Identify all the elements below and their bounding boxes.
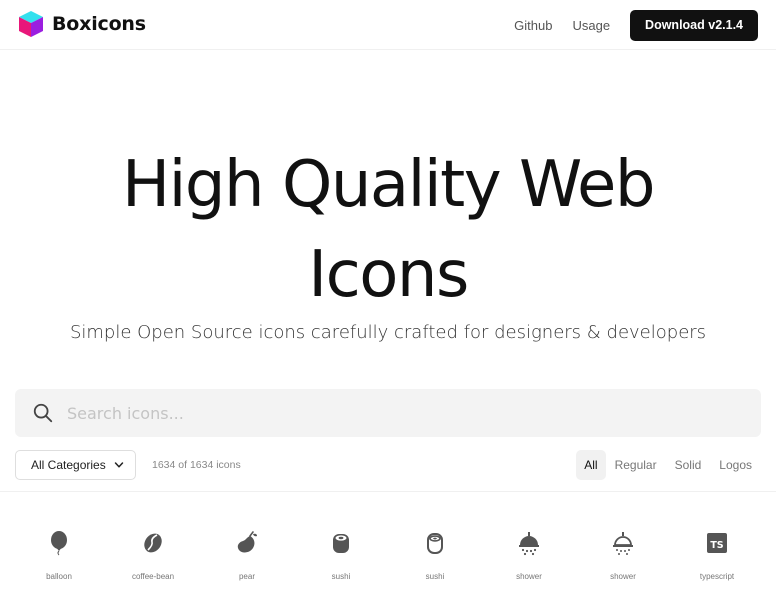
hero-title-line-1: High Quality Web (122, 148, 656, 222)
icon-label: typescript (699, 572, 735, 581)
sushi-icon (427, 533, 443, 554)
category-select-value: All Categories (31, 458, 106, 472)
search-input[interactable] (67, 403, 707, 423)
icon-label: sushi (331, 572, 351, 581)
hero-subtitle: Simple Open Source icons carefully craft… (69, 322, 707, 343)
icon-card[interactable]: TS typescript (672, 530, 762, 581)
search-icon (33, 403, 53, 423)
brand-name: Boxicons (52, 13, 146, 35)
shower-icon (519, 532, 539, 556)
icon-label: pear (238, 572, 255, 581)
hero-title-line-2: Icons (308, 238, 469, 312)
filter-all[interactable]: All (576, 450, 606, 480)
section-divider (0, 491, 776, 492)
icon-card[interactable]: shower (578, 530, 668, 581)
icon-count: 1634 of 1634 icons (152, 459, 241, 471)
style-filter-group: All Regular Solid Logos (576, 450, 761, 480)
icon-label: shower (610, 572, 636, 581)
typescript-glyph: TS (710, 540, 723, 551)
balloon-icon (51, 531, 67, 556)
chevron-down-icon (114, 462, 123, 468)
icon-label: sushi (425, 572, 445, 581)
top-nav: Github Usage Download v2.1.4 (514, 10, 758, 41)
sushi-icon (333, 534, 349, 553)
icon-label: coffee-bean (131, 572, 175, 581)
filter-solid[interactable]: Solid (666, 450, 711, 480)
pear-icon (237, 531, 257, 553)
icon-label: shower (516, 572, 542, 581)
boxicons-logo-icon (19, 11, 43, 37)
typescript-icon: TS (707, 533, 727, 553)
icon-card[interactable]: pear (202, 530, 292, 581)
search-bar[interactable] (15, 389, 761, 437)
download-button[interactable]: Download v2.1.4 (630, 10, 758, 41)
nav-github-link[interactable]: Github (514, 11, 552, 41)
icon-card[interactable]: shower (484, 530, 574, 581)
icon-card[interactable]: sushi (390, 530, 480, 581)
filter-regular[interactable]: Regular (606, 450, 666, 480)
icon-card[interactable]: coffee-bean (108, 530, 198, 581)
icon-card[interactable]: sushi (296, 530, 386, 581)
nav-usage-link[interactable]: Usage (572, 11, 610, 41)
hero-title: High Quality Web Icons (0, 140, 776, 320)
shower-icon (613, 532, 633, 555)
brand-logo[interactable]: Boxicons (18, 10, 146, 38)
filter-logos[interactable]: Logos (710, 450, 761, 480)
icon-grid: balloon coffee-bean pear sushi sushi sho… (0, 530, 776, 581)
category-select[interactable]: All Categories (15, 450, 136, 480)
icon-label: balloon (46, 572, 72, 581)
icon-card[interactable]: balloon (14, 530, 104, 581)
coffee-bean-icon (144, 533, 162, 553)
site-header: Boxicons Github Usage Download v2.1.4 (0, 0, 776, 50)
